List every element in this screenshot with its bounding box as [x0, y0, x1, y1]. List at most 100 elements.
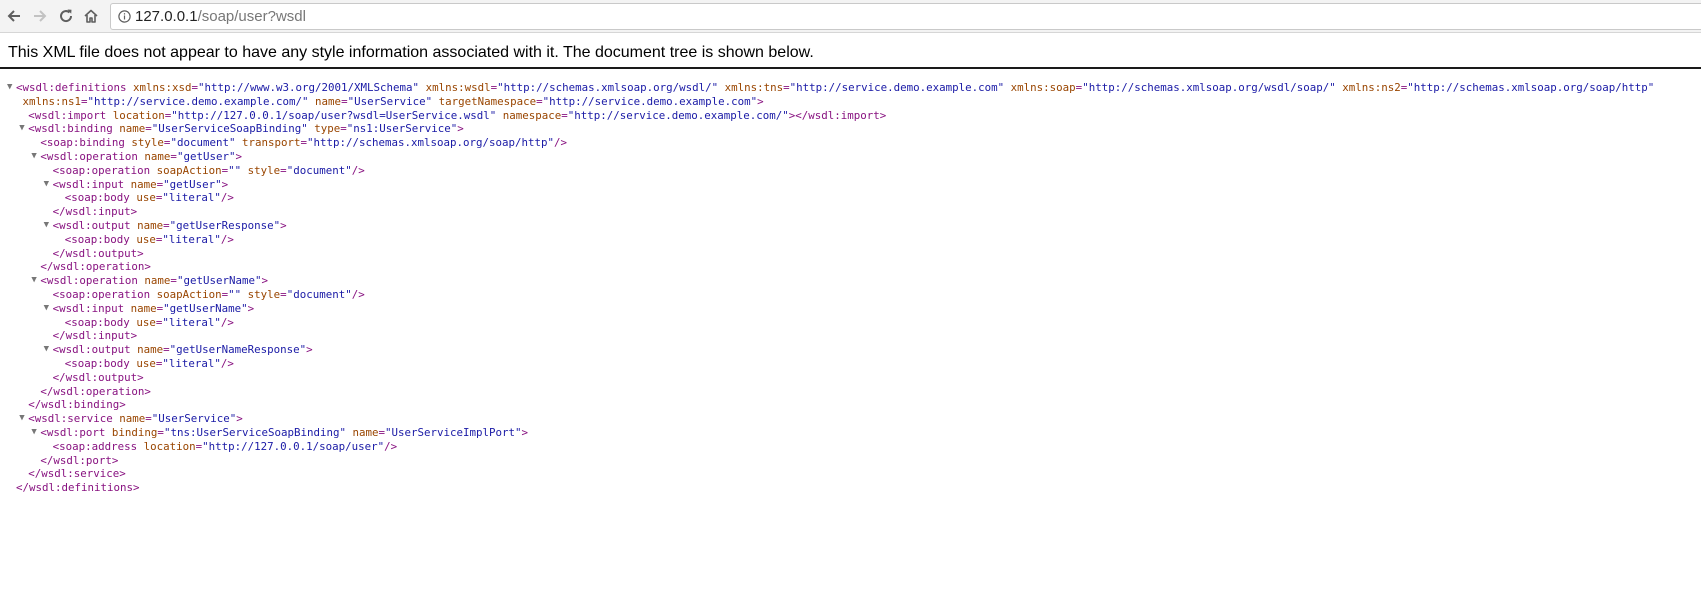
xml-tag: <wsdl:definitions: [16, 81, 127, 94]
collapse-toggle-icon[interactable]: ▼: [19, 412, 24, 426]
collapse-toggle-icon[interactable]: ▼: [44, 178, 49, 192]
xml-attribute-name: xmlns:ns2: [1335, 81, 1401, 94]
xml-line: ▼ <wsdl:output name="getUserNameResponse"…: [0, 343, 1701, 357]
xml-attribute-value: "literal": [162, 191, 221, 205]
xml-attribute-value: "UserServiceImplPort": [384, 425, 522, 439]
xml-line-content: <wsdl:definitions xmlns:xsd="http://www.…: [16, 81, 1654, 95]
collapse-toggle-icon[interactable]: ▼: [44, 343, 49, 357]
forward-button[interactable]: [30, 6, 50, 26]
url-host: 127.0.0.1: [135, 8, 198, 25]
xml-line: </wsdl:output>: [0, 371, 1701, 385]
xml-style-notice: This XML file does not appear to have an…: [8, 44, 814, 61]
xml-tag: </wsdl:definitions>: [16, 481, 140, 495]
notice-divider: [0, 67, 1701, 69]
xml-line-content: <wsdl:input name="getUser">: [53, 178, 229, 192]
xml-line-content: <wsdl:output name="getUserNameResponse">: [53, 343, 313, 357]
xml-attribute-value: "tns:UserServiceSoapBinding": [163, 425, 346, 439]
xml-line-content: <wsdl:binding name="UserServiceSoapBindi…: [28, 122, 464, 136]
xml-line-content: <soap:body use="literal"/>: [65, 316, 234, 330]
xml-attribute-value: "": [228, 287, 242, 301]
xml-tag: <soap:body: [64, 191, 130, 205]
xml-attribute-name: use: [129, 356, 156, 370]
xml-tag: />: [554, 136, 568, 150]
collapse-toggle-icon[interactable]: ▼: [31, 150, 36, 164]
xml-tag: >: [280, 218, 287, 232]
xml-line-content: </wsdl:port>: [40, 454, 118, 468]
xml-attribute-value: "literal": [162, 315, 221, 329]
xml-attribute-value: "document": [286, 163, 352, 177]
xml-tag: <soap:binding: [40, 136, 125, 150]
xml-attribute-name: location: [106, 108, 165, 122]
xml-attribute-value: "http://schemas.xmlsoap.org/soap/http": [306, 136, 554, 150]
xml-line: </wsdl:binding>: [0, 398, 1701, 412]
collapse-toggle-icon[interactable]: ▼: [31, 274, 36, 288]
xml-tag: >: [261, 274, 268, 288]
xml-tag: >: [247, 301, 255, 315]
browser-toolbar: 127.0.0.1/soap/user?wsdl: [0, 0, 1701, 33]
xml-attribute-name: soapAction: [150, 287, 222, 301]
reload-button[interactable]: [56, 6, 76, 26]
xml-line-content: <wsdl:port binding="tns:UserServiceSoapB…: [40, 426, 528, 440]
collapse-toggle-icon[interactable]: ▼: [31, 426, 36, 440]
xml-tag: <wsdl:output: [52, 343, 131, 357]
home-icon: [84, 9, 98, 23]
xml-tag: />: [220, 356, 234, 370]
xml-attribute-name: namespace: [496, 108, 562, 122]
xml-line: ▼ <wsdl:input name="getUserName">: [0, 302, 1701, 316]
xml-attribute-name: binding: [105, 425, 158, 439]
xml-tag: </wsdl:input>: [52, 205, 138, 219]
xml-line: <soap:body use="literal"/>: [0, 357, 1701, 371]
url-text[interactable]: 127.0.0.1/soap/user?wsdl: [135, 8, 306, 26]
xml-tag: >: [236, 412, 243, 426]
url-path: /soap/user?wsdl: [197, 8, 306, 25]
xml-tag: <wsdl:operation: [40, 149, 138, 163]
collapse-toggle-icon[interactable]: ▼: [44, 302, 49, 316]
xml-line-content: <wsdl:input name="getUserName">: [53, 302, 255, 316]
xml-attribute-value: "getUserName": [176, 274, 262, 288]
xml-tag: >: [221, 177, 229, 191]
xml-attribute-value: "literal": [162, 356, 221, 370]
xml-attribute-value: "getUserResponse": [169, 218, 281, 232]
xml-tag: <wsdl:output: [52, 218, 131, 232]
home-button[interactable]: [81, 6, 101, 26]
xml-tag: <soap:body: [64, 232, 130, 246]
xml-line-content: xmlns:ns1="http://service.demo.example.c…: [16, 95, 764, 109]
xml-attribute-name: xmlns:wsdl: [419, 81, 491, 94]
xml-tag: />: [351, 287, 365, 301]
xml-attribute-value: "http://schemas.xmlsoap.org/wsdl/soap/": [1082, 81, 1336, 94]
info-icon[interactable]: [118, 10, 131, 23]
xml-attribute-value: "document": [286, 287, 352, 301]
xml-attribute-name: use: [129, 315, 156, 329]
xml-line-content: </wsdl:output>: [53, 371, 144, 385]
xml-tag: <soap:body: [64, 315, 130, 329]
xml-tag: </wsdl:input>: [52, 329, 138, 343]
collapse-toggle-icon[interactable]: ▼: [7, 81, 12, 95]
reload-icon: [60, 9, 73, 23]
xml-tag: />: [220, 315, 234, 329]
xml-attribute-name: location: [137, 439, 196, 453]
xml-line-content: </wsdl:binding>: [28, 398, 126, 412]
xml-tag: >: [306, 343, 313, 357]
xml-attribute-name: style: [124, 136, 164, 150]
xml-line-content: <soap:body use="literal"/>: [65, 357, 234, 371]
xml-attribute-name: name: [130, 218, 164, 232]
collapse-toggle-icon[interactable]: ▼: [44, 219, 49, 233]
xml-attribute-name: use: [129, 232, 156, 246]
xml-line: <soap:body use="literal"/>: [0, 316, 1701, 330]
xml-tag: <soap:address: [52, 439, 138, 453]
xml-line-content: <soap:body use="literal"/>: [65, 191, 234, 205]
xml-line: <soap:body use="literal"/>: [0, 191, 1701, 205]
xml-tag: <wsdl:input: [52, 301, 125, 315]
address-bar[interactable]: 127.0.0.1/soap/user?wsdl: [110, 3, 1701, 30]
xml-tag: </wsdl:operation>: [40, 384, 151, 398]
collapse-toggle-icon[interactable]: ▼: [19, 122, 24, 136]
xml-tag: <wsdl:import: [28, 108, 107, 122]
xml-tag: <wsdl:input: [52, 177, 125, 191]
xml-tag: </wsdl:operation>: [40, 260, 151, 274]
xml-attribute-value: "getUserName": [163, 301, 248, 315]
xml-line: ▼ <wsdl:binding name="UserServiceSoapBind…: [0, 122, 1701, 136]
xml-line: xmlns:ns1="http://service.demo.example.c…: [0, 95, 1701, 109]
xml-line-content: </wsdl:input>: [53, 205, 138, 219]
back-button[interactable]: [4, 6, 24, 26]
xml-tag: />: [220, 191, 234, 205]
